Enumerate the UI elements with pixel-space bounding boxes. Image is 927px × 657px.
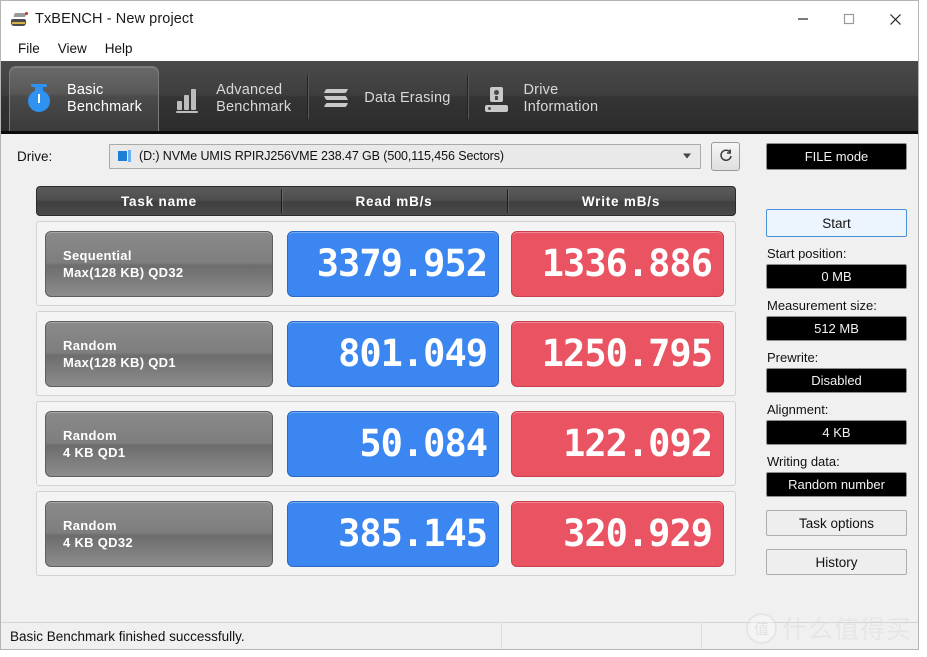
table-row: Random 4 KB QD1 50.084 122.092 [36,401,736,486]
task-name-line2: Max(128 KB) QD32 [63,264,272,281]
read-value: 3379.952 [287,231,499,297]
tab-data-erasing[interactable]: Data Erasing [307,66,466,131]
writing-data-label: Writing data: [767,454,907,469]
menubar: File View Help [1,37,918,61]
task-name-line2: 4 KB QD1 [63,444,272,461]
read-value: 385.145 [287,501,499,567]
read-value: 50.084 [287,411,499,477]
prewrite-value[interactable]: Disabled [766,368,907,393]
sidebar-divider [749,134,750,622]
read-value: 801.049 [287,321,499,387]
bar-chart-icon [173,82,205,116]
task-name-line1: Random [63,427,272,444]
task-name-line2: 4 KB QD32 [63,534,272,551]
chevron-down-icon [683,154,691,159]
close-icon [889,13,902,26]
tab-drive-information-label: Drive Information [524,82,599,116]
drive-selected-value: (D:) NVMe UMIS RPIRJ256VME 238.47 GB (50… [139,149,504,163]
minimize-icon [797,13,809,25]
table-row: Random 4 KB QD32 385.145 320.929 [36,491,736,576]
refresh-icon [718,148,734,164]
tab-data-erasing-label: Data Erasing [364,90,450,107]
tab-drive-information[interactable]: Drive Information [467,66,615,131]
column-header-write: Write mB/s [507,187,735,215]
column-header-task-name: Task name [37,187,281,215]
minimize-button[interactable] [780,1,826,37]
refresh-drives-button[interactable] [711,142,740,171]
maximize-icon [843,13,855,25]
start-position-value[interactable]: 0 MB [766,264,907,289]
results-rows: Sequential Max(128 KB) QD32 3379.952 133… [36,221,736,576]
results-table-header: Task name Read mB/s Write mB/s [36,186,736,216]
write-value: 320.929 [511,501,724,567]
status-segment-3 [701,623,918,649]
tab-advanced-benchmark-label: Advanced Benchmark [216,82,291,116]
table-row: Sequential Max(128 KB) QD32 3379.952 133… [36,221,736,306]
drive-selector-row: Drive: (D:) NVMe UMIS RPIRJ256VME 238.47… [1,134,749,178]
start-button[interactable]: Start [766,209,907,237]
app-icon [11,12,28,27]
status-segment-2 [501,623,701,649]
drive-icon [481,82,513,116]
task-button-random-4k-qd1[interactable]: Random 4 KB QD1 [45,411,273,477]
maximize-button[interactable] [826,1,872,37]
file-mode-button[interactable]: FILE mode [766,143,907,170]
task-name-line1: Sequential [63,247,272,264]
settings-sidebar: FILE mode Start Start position: 0 MB Mea… [749,134,918,622]
task-button-random-max-qd1[interactable]: Random Max(128 KB) QD1 [45,321,273,387]
column-header-read: Read mB/s [281,187,507,215]
write-value: 1336.886 [511,231,724,297]
task-name-line1: Random [63,517,272,534]
task-button-sequential-qd32[interactable]: Sequential Max(128 KB) QD32 [45,231,273,297]
task-button-random-4k-qd32[interactable]: Random 4 KB QD32 [45,501,273,567]
task-name-line2: Max(128 KB) QD1 [63,354,272,371]
table-row: Random Max(128 KB) QD1 801.049 1250.795 [36,311,736,396]
task-options-button[interactable]: Task options [766,510,907,536]
stopwatch-icon [24,82,56,116]
statusbar: Basic Benchmark finished successfully. [1,622,918,649]
drive-small-icon [117,150,132,163]
tab-advanced-benchmark[interactable]: Advanced Benchmark [159,66,307,131]
alignment-label: Alignment: [767,402,907,417]
tab-basic-benchmark-label: Basic Benchmark [67,82,142,116]
results-table: Task name Read mB/s Write mB/s Sequentia… [36,186,736,581]
tab-strip: Basic Benchmark Advanced Benchmark Data … [1,61,918,134]
drive-label: Drive: [17,149,109,164]
prewrite-label: Prewrite: [767,350,907,365]
drive-select[interactable]: (D:) NVMe UMIS RPIRJ256VME 238.47 GB (50… [109,144,701,169]
task-name-line1: Random [63,337,272,354]
measurement-size-value[interactable]: 512 MB [766,316,907,341]
menu-help[interactable]: Help [96,38,142,60]
titlebar: TxBENCH - New project [1,1,918,37]
measurement-size-label: Measurement size: [767,298,907,313]
window-controls [780,1,918,37]
close-button[interactable] [872,1,918,37]
writing-data-value[interactable]: Random number [766,472,907,497]
main-panel: Drive: (D:) NVMe UMIS RPIRJ256VME 238.47… [1,134,749,622]
tab-basic-benchmark[interactable]: Basic Benchmark [9,66,159,131]
app-window: TxBENCH - New project File View [0,0,919,650]
content-area: Drive: (D:) NVMe UMIS RPIRJ256VME 238.47… [1,134,918,622]
status-message: Basic Benchmark finished successfully. [1,629,501,644]
start-position-label: Start position: [767,246,907,261]
history-button[interactable]: History [766,549,907,575]
menu-file[interactable]: File [9,38,49,60]
write-value: 122.092 [511,411,724,477]
write-value: 1250.795 [511,321,724,387]
alignment-value[interactable]: 4 KB [766,420,907,445]
menu-view[interactable]: View [49,38,96,60]
window-title: TxBENCH - New project [35,11,193,27]
zigzag-erase-icon [321,82,353,116]
